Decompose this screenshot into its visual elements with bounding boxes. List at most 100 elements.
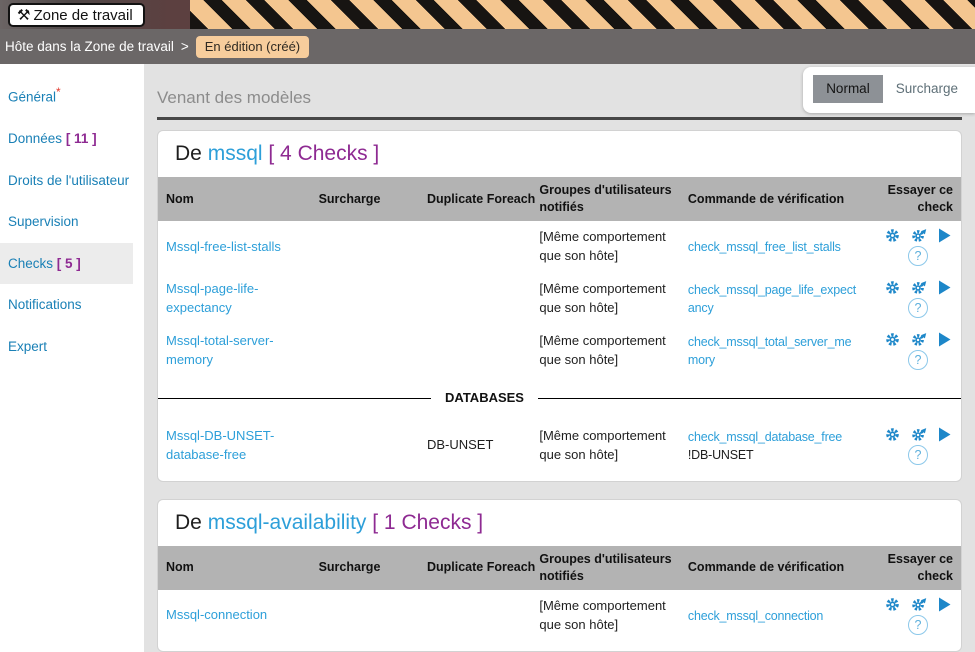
table-row: Mssql-free-list-stalls [Même comportemen… bbox=[158, 221, 961, 273]
separator-line bbox=[538, 398, 961, 399]
col-header-groupes: Groupes d'utilisateurs notifiés bbox=[531, 546, 680, 590]
sidebar-item-notifications[interactable]: Notifications bbox=[0, 284, 144, 326]
sidebar-item-expert[interactable]: Expert bbox=[0, 326, 144, 368]
check-name-link[interactable]: Mssql-total-server-memory bbox=[166, 333, 274, 367]
status-badge: En édition (créé) bbox=[196, 36, 309, 58]
checks-table: Nom Surcharge Duplicate Foreach Groupes … bbox=[158, 177, 961, 472]
toggle-surcharge-button[interactable]: Surcharge bbox=[883, 75, 971, 103]
col-header-essayer: Essayer ce check bbox=[865, 546, 961, 590]
help-icon[interactable]: ? bbox=[908, 615, 928, 635]
table-row: Mssql-DB-UNSET-database-free DB-UNSET [M… bbox=[158, 420, 961, 472]
toggle-normal-button[interactable]: Normal bbox=[813, 75, 883, 103]
notified-groups-cell: [Même comportement que son hôte] bbox=[531, 221, 680, 273]
gear-sync-icon[interactable] bbox=[911, 427, 927, 442]
help-icon[interactable]: ? bbox=[908, 246, 928, 266]
group-separator-label: DATABASES bbox=[431, 389, 538, 408]
gear-sync-icon[interactable] bbox=[911, 332, 927, 347]
command-link[interactable]: check_mssql_database_free bbox=[688, 430, 842, 444]
sidebar-item-label: Données bbox=[8, 131, 62, 146]
command-link[interactable]: check_mssql_connection bbox=[688, 609, 823, 623]
panel-check-count: [ 4 Checks ] bbox=[268, 142, 379, 165]
actions-cell: ? bbox=[865, 420, 961, 472]
actions-cell: ? bbox=[865, 221, 961, 273]
gear-sync-icon[interactable] bbox=[911, 280, 927, 295]
col-header-groupes: Groupes d'utilisateurs notifiés bbox=[531, 177, 680, 221]
col-header-surcharge: Surcharge bbox=[311, 546, 419, 590]
checks-table: Nom Surcharge Duplicate Foreach Groupes … bbox=[158, 546, 961, 642]
sidebar-item-label: Notifications bbox=[8, 297, 82, 312]
check-name-link[interactable]: Mssql-free-list-stalls bbox=[166, 239, 281, 254]
col-header-nom: Nom bbox=[158, 546, 311, 590]
play-icon[interactable] bbox=[938, 597, 951, 612]
gear-icon[interactable] bbox=[885, 280, 900, 295]
surcharge-cell bbox=[311, 221, 419, 273]
hazard-topbar: ⚒ Zone de travail bbox=[0, 0, 975, 29]
template-link[interactable]: mssql bbox=[208, 142, 263, 165]
command-link[interactable]: check_mssql_page_life_expectancy bbox=[688, 283, 856, 315]
gear-icon[interactable] bbox=[885, 597, 900, 612]
table-row: Mssql-total-server-memory [Même comporte… bbox=[158, 325, 961, 377]
gear-sync-icon[interactable] bbox=[911, 597, 927, 612]
panel-title-prefix: De bbox=[175, 142, 202, 165]
actions-cell: ? bbox=[865, 325, 961, 377]
gear-icon[interactable] bbox=[885, 228, 900, 243]
command-link[interactable]: check_mssql_total_server_memory bbox=[688, 335, 851, 367]
duplicate-foreach-cell bbox=[419, 325, 531, 377]
sidebar-item-checks[interactable]: Checks [ 5 ] bbox=[0, 243, 133, 285]
col-header-essayer: Essayer ce check bbox=[865, 177, 961, 221]
sidebar: Général* Données [ 11 ] Droits de l'util… bbox=[0, 64, 144, 652]
gear-icon[interactable] bbox=[885, 332, 900, 347]
required-marker: * bbox=[56, 85, 61, 99]
surcharge-cell bbox=[311, 420, 419, 472]
sidebar-item-label: Checks bbox=[8, 256, 53, 271]
command-argument: !DB-UNSET bbox=[688, 446, 754, 464]
col-header-surcharge: Surcharge bbox=[311, 177, 419, 221]
actions-cell: ? bbox=[865, 273, 961, 325]
col-header-duplicate-foreach: Duplicate Foreach bbox=[419, 177, 531, 221]
view-mode-toggle: Normal Surcharge bbox=[803, 67, 975, 113]
command-link[interactable]: check_mssql_free_list_stalls bbox=[688, 240, 841, 254]
check-name-link[interactable]: Mssql-page-life-expectancy bbox=[166, 281, 258, 315]
workspace-button[interactable]: ⚒ Zone de travail bbox=[8, 3, 145, 27]
play-icon[interactable] bbox=[938, 427, 951, 442]
check-name-link[interactable]: Mssql-DB-UNSET-database-free bbox=[166, 428, 274, 462]
sidebar-item-count: [ 5 ] bbox=[57, 256, 81, 271]
surcharge-cell bbox=[311, 273, 419, 325]
gear-icon[interactable] bbox=[885, 427, 900, 442]
panel-title-prefix: De bbox=[175, 511, 202, 534]
col-header-commande: Commande de vérification bbox=[680, 177, 865, 221]
notified-groups-cell: [Même comportement que son hôte] bbox=[531, 273, 680, 325]
help-icon[interactable]: ? bbox=[908, 445, 928, 465]
group-separator-row: DATABASES bbox=[158, 377, 961, 420]
sidebar-item-label: Supervision bbox=[8, 214, 79, 229]
actions-cell: ? bbox=[865, 590, 961, 642]
breadcrumb-separator: > bbox=[181, 39, 189, 54]
table-row: Mssql-page-life-expectancy [Même comport… bbox=[158, 273, 961, 325]
notified-groups-cell: [Même comportement que son hôte] bbox=[531, 590, 680, 642]
separator-line bbox=[158, 398, 431, 399]
duplicate-foreach-cell bbox=[419, 273, 531, 325]
col-header-duplicate-foreach: Duplicate Foreach bbox=[419, 546, 531, 590]
panel-title: De mssql-availability [ 1 Checks ] bbox=[158, 500, 961, 546]
sidebar-item-label: Général bbox=[8, 90, 56, 105]
panel-title: De mssql [ 4 Checks ] bbox=[158, 131, 961, 177]
workspace-button-label: Zone de travail bbox=[33, 7, 132, 24]
notified-groups-cell: [Même comportement que son hôte] bbox=[531, 325, 680, 377]
play-icon[interactable] bbox=[938, 332, 951, 347]
help-icon[interactable]: ? bbox=[908, 298, 928, 318]
surcharge-cell bbox=[311, 590, 419, 642]
tools-icon: ⚒ bbox=[17, 8, 30, 23]
sidebar-item-donnees[interactable]: Données [ 11 ] bbox=[0, 118, 144, 160]
help-icon[interactable]: ? bbox=[908, 350, 928, 370]
sidebar-item-supervision[interactable]: Supervision bbox=[0, 201, 144, 243]
gear-sync-icon[interactable] bbox=[911, 228, 927, 243]
template-link[interactable]: mssql-availability bbox=[208, 511, 367, 534]
check-name-link[interactable]: Mssql-connection bbox=[166, 607, 267, 622]
play-icon[interactable] bbox=[938, 228, 951, 243]
surcharge-cell bbox=[311, 325, 419, 377]
play-icon[interactable] bbox=[938, 280, 951, 295]
sidebar-item-droits[interactable]: Droits de l'utilisateur bbox=[0, 160, 144, 202]
sidebar-item-general[interactable]: Général* bbox=[0, 73, 144, 118]
notified-groups-cell: [Même comportement que son hôte] bbox=[531, 420, 680, 472]
table-header-row: Nom Surcharge Duplicate Foreach Groupes … bbox=[158, 177, 961, 221]
